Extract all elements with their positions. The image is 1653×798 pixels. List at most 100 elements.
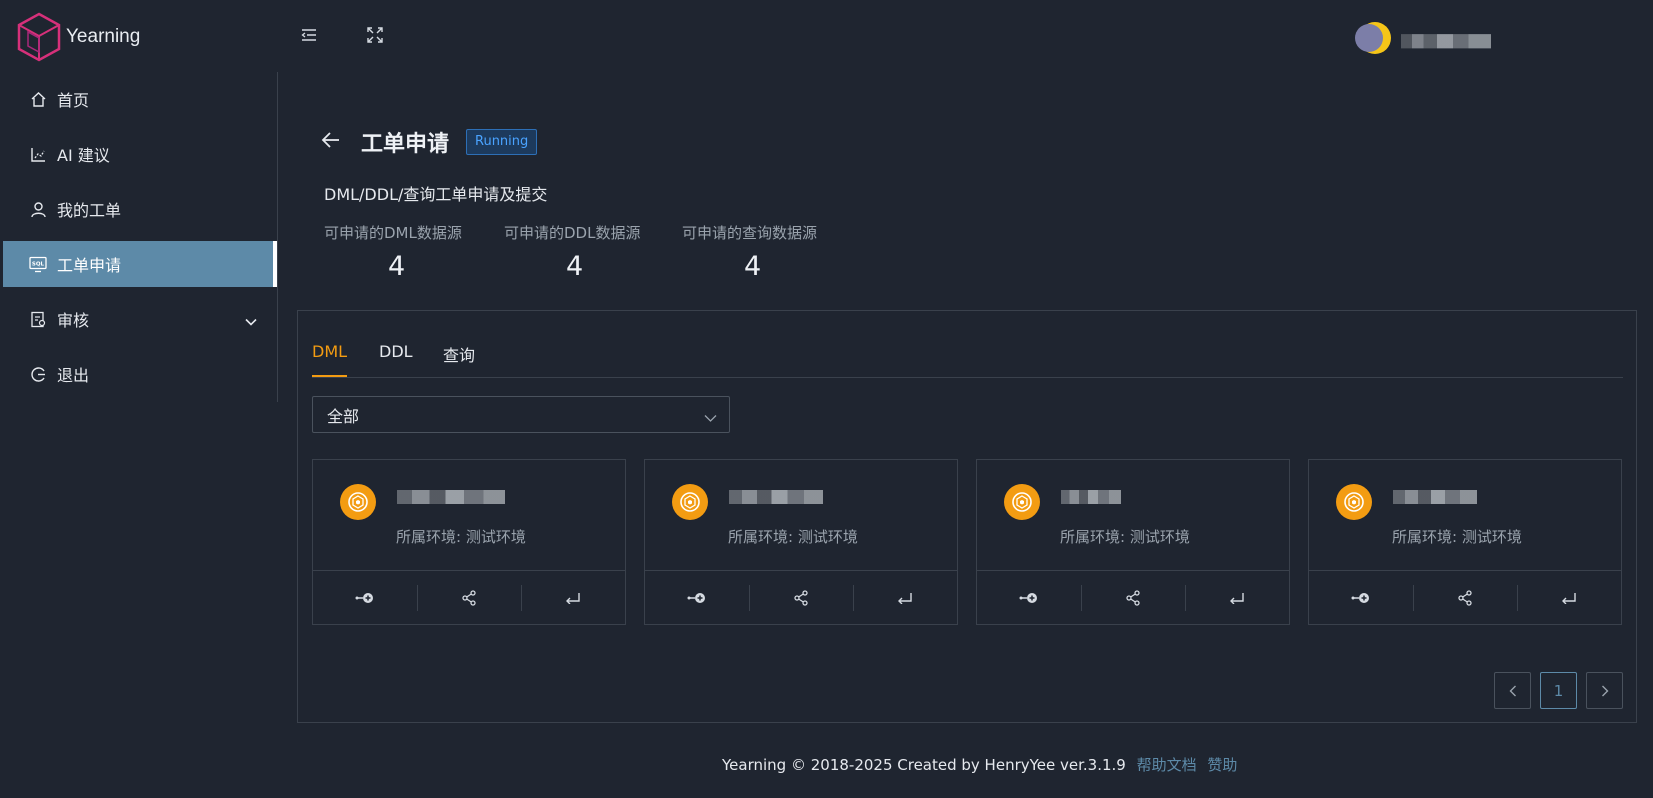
card-actions	[313, 570, 625, 624]
card-actions	[645, 570, 957, 624]
arrow-left-icon	[321, 132, 339, 148]
datasource-icon	[672, 484, 708, 520]
collapse-menu-button[interactable]	[298, 24, 320, 46]
stat-label: 可申请的查询数据源	[682, 224, 818, 242]
stat-ddl-sources: 可申请的DDL数据源 4	[504, 222, 640, 282]
stat-dml-sources: 可申请的DML数据源 4	[324, 222, 462, 282]
chevron-right-icon	[1601, 685, 1608, 696]
key-plus-icon	[355, 592, 373, 603]
card-actions	[1309, 570, 1621, 624]
cube-logo-icon	[17, 12, 61, 62]
sidebar: 首页 AI 建议 我的工单 SQL 工单申请 审核 退出	[0, 72, 278, 402]
apply-order-button[interactable]	[645, 571, 749, 624]
enter-icon	[566, 592, 580, 604]
sidebar-item-label: 审核	[57, 311, 90, 330]
environment-select[interactable]: 全部	[312, 396, 730, 433]
logout-icon	[29, 365, 47, 383]
sidebar-item-order-apply[interactable]: SQL 工单申请	[3, 241, 277, 287]
tab-query[interactable]: 查询	[443, 342, 475, 380]
fullscreen-icon	[367, 27, 383, 43]
apply-order-button[interactable]	[1309, 571, 1413, 624]
status-badge: Running	[466, 129, 538, 155]
tab-bar: DML DDL 查询	[312, 311, 1623, 378]
tab-dml[interactable]: DML	[312, 342, 348, 377]
sidebar-item-home[interactable]: 首页	[3, 76, 277, 122]
card-actions	[977, 570, 1289, 624]
svg-text:SQL: SQL	[32, 261, 45, 267]
page-number-button[interactable]: 1	[1540, 672, 1577, 709]
datasource-env: 所属环境: 测试环境	[396, 528, 526, 546]
prev-page-button[interactable]	[1494, 672, 1531, 709]
fullscreen-button[interactable]	[364, 24, 386, 46]
sidebar-item-label: 工单申请	[57, 256, 122, 275]
apply-order-button[interactable]	[977, 571, 1081, 624]
datasource-card[interactable]: 所属环境: 测试环境	[312, 459, 626, 625]
datasource-name-redacted	[729, 490, 823, 504]
enter-button[interactable]	[1185, 571, 1289, 624]
datasource-icon	[340, 484, 376, 520]
sidebar-item-logout[interactable]: 退出	[3, 351, 277, 397]
stat-label: 可申请的DDL数据源	[504, 224, 641, 242]
enter-icon	[1562, 592, 1576, 604]
apply-order-button[interactable]	[313, 571, 417, 624]
share-icon	[1458, 589, 1472, 606]
sponsor-link[interactable]: 赞助	[1207, 756, 1237, 774]
enter-button[interactable]	[1517, 571, 1621, 624]
datasource-icon	[1004, 484, 1040, 520]
footer: Yearning © 2018-2025 Created by HenryYee…	[722, 754, 1237, 775]
share-button[interactable]	[1413, 571, 1517, 624]
username-redacted	[1401, 34, 1491, 49]
stat-value: 4	[388, 251, 406, 282]
menu-fold-icon	[301, 29, 316, 41]
footer-copyright: Yearning © 2018-2025 Created by HenryYee…	[722, 756, 1126, 774]
sidebar-item-my-orders[interactable]: 我的工单	[3, 186, 277, 232]
chart-icon	[29, 145, 47, 163]
tab-ddl[interactable]: DDL	[379, 342, 413, 375]
avatar	[1353, 20, 1391, 56]
enter-button[interactable]	[853, 571, 957, 624]
stat-label: 可申请的DML数据源	[324, 224, 462, 242]
enter-icon	[1230, 592, 1244, 604]
enter-button[interactable]	[521, 571, 625, 624]
share-button[interactable]	[417, 571, 521, 624]
stat-value: 4	[744, 251, 762, 282]
home-icon	[29, 90, 47, 108]
chevron-down-icon	[704, 408, 717, 427]
page-title: 工单申请	[361, 132, 450, 157]
stat-query-sources: 可申请的查询数据源 4	[682, 222, 817, 282]
user-menu[interactable]	[1353, 20, 1491, 56]
share-icon	[794, 589, 808, 606]
datasource-card[interactable]: 所属环境: 测试环境	[976, 459, 1290, 625]
chevron-down-icon	[245, 311, 257, 330]
sidebar-item-label: 退出	[57, 366, 90, 385]
select-value: 全部	[327, 406, 360, 426]
sidebar-item-audit[interactable]: 审核	[3, 296, 277, 342]
key-plus-icon	[687, 592, 705, 603]
share-button[interactable]	[749, 571, 853, 624]
key-plus-icon	[1351, 592, 1369, 603]
sidebar-item-ai[interactable]: AI 建议	[3, 131, 277, 177]
datasource-icon	[1336, 484, 1372, 520]
help-docs-link[interactable]: 帮助文档	[1137, 756, 1197, 774]
share-button[interactable]	[1081, 571, 1185, 624]
app-name: Yearning	[66, 26, 141, 47]
enter-icon	[898, 592, 912, 604]
user-icon	[29, 200, 47, 218]
sidebar-item-label: 我的工单	[57, 201, 122, 220]
datasource-card[interactable]: 所属环境: 测试环境	[1308, 459, 1622, 625]
datasource-name-redacted	[1061, 490, 1121, 504]
datasource-card[interactable]: 所属环境: 测试环境	[644, 459, 958, 625]
page-subtitle: DML/DDL/查询工单申请及提交	[324, 185, 548, 204]
stat-value: 4	[566, 251, 584, 282]
key-plus-icon	[1019, 592, 1037, 603]
sidebar-item-label: 首页	[57, 91, 90, 110]
share-icon	[462, 589, 476, 606]
next-page-button[interactable]	[1586, 672, 1623, 709]
app-logo[interactable]: Yearning	[16, 12, 140, 62]
sql-monitor-icon: SQL	[29, 255, 47, 273]
datasource-name-redacted	[397, 490, 505, 504]
datasource-panel: DML DDL 查询 全部 所属环境: 测试环境 所属环境: 测试环境 所属环境…	[297, 310, 1637, 723]
back-button[interactable]	[321, 130, 343, 152]
chevron-left-icon	[1509, 685, 1516, 696]
datasource-env: 所属环境: 测试环境	[1060, 528, 1190, 546]
